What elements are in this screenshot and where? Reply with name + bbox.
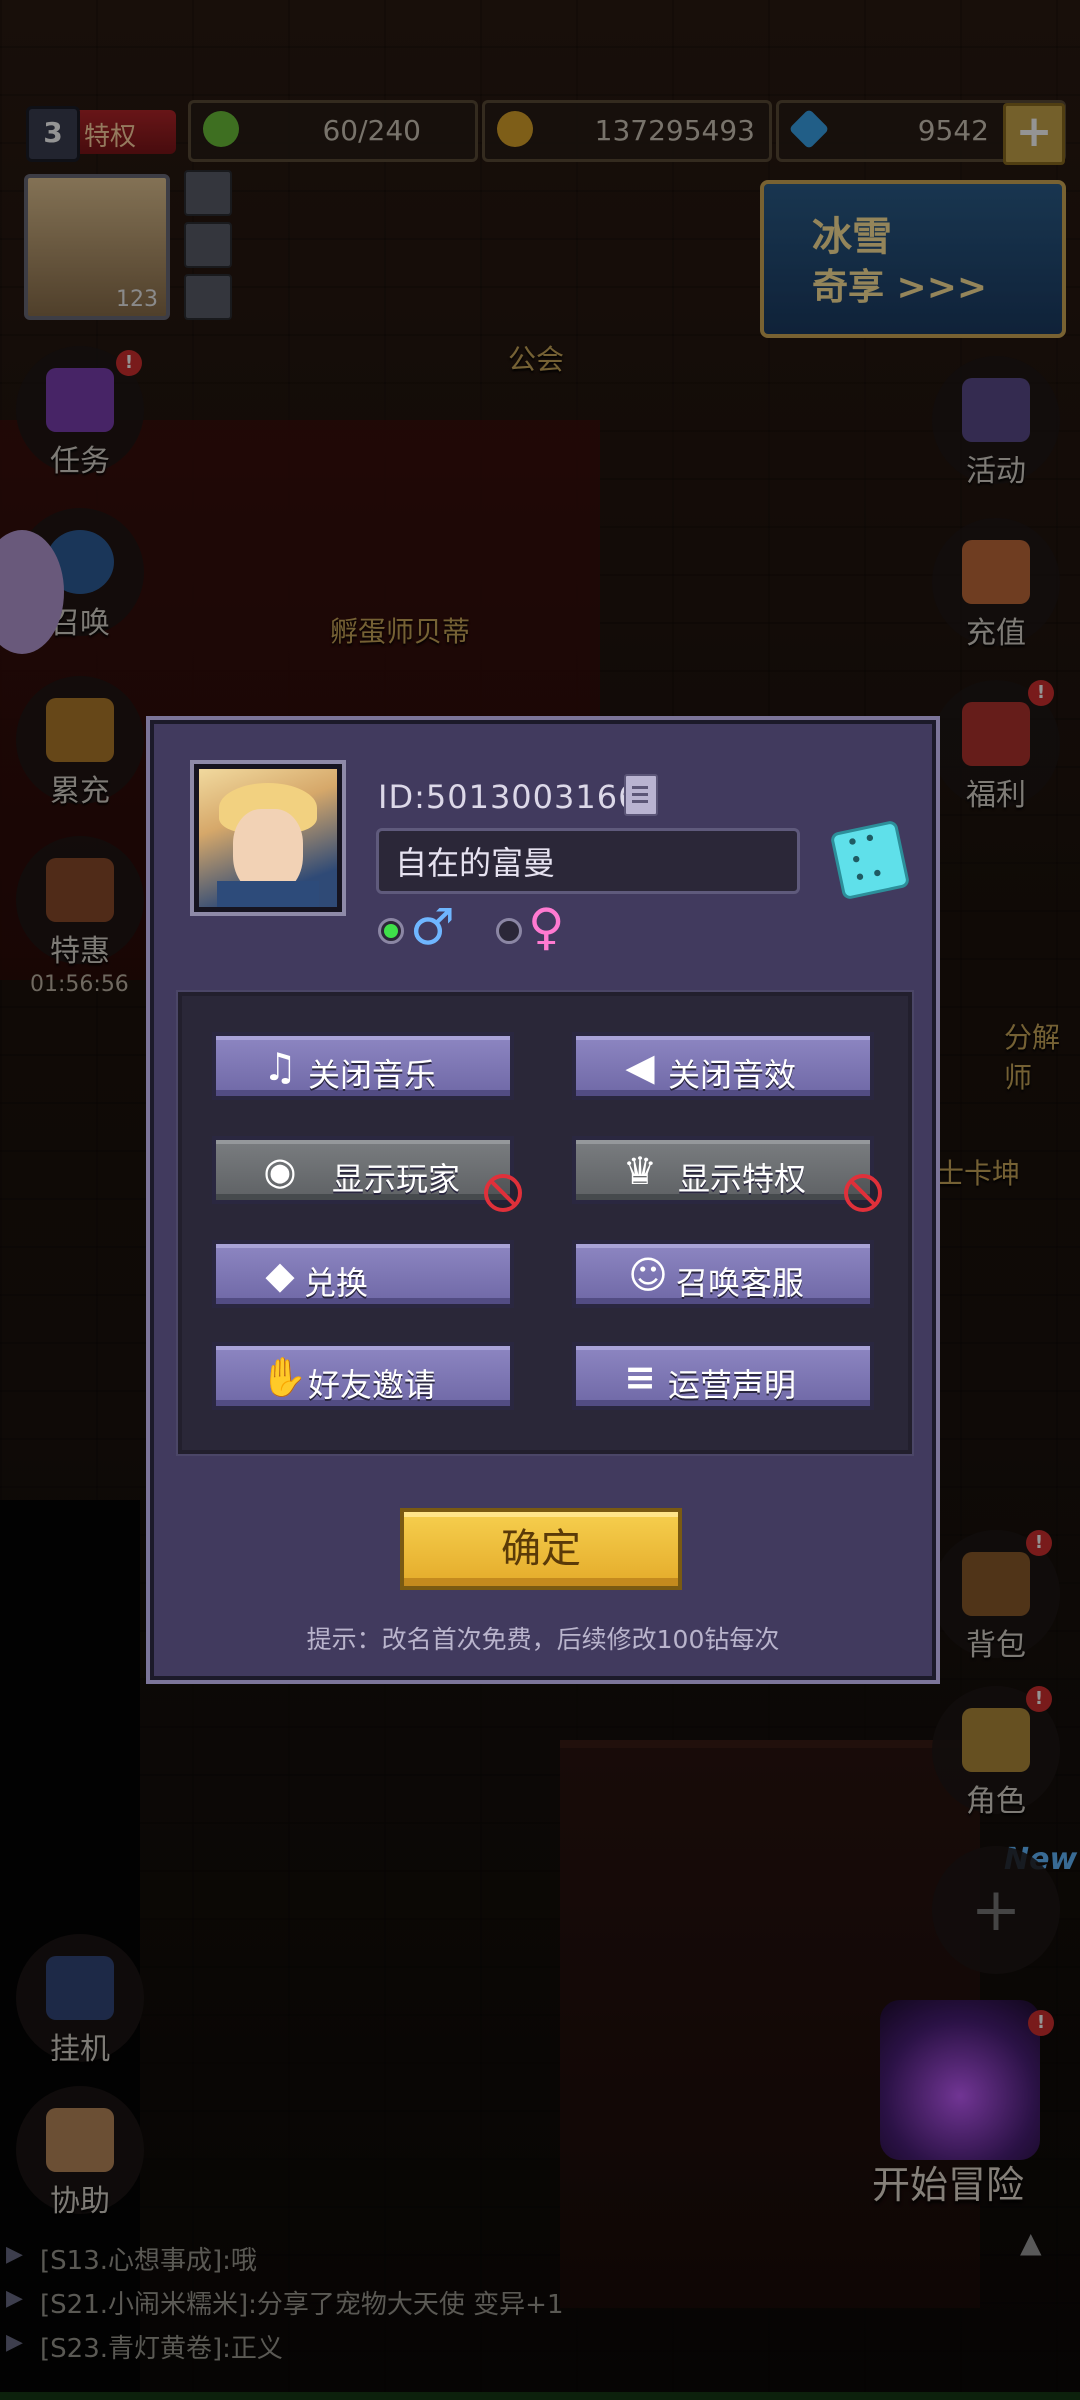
button-label: 运营声明 bbox=[668, 1366, 797, 1404]
dialog-avatar[interactable] bbox=[194, 764, 342, 912]
headset-icon: ☺ bbox=[628, 1253, 668, 1297]
bag-icon: ◆ bbox=[265, 1253, 295, 1297]
nickname-input[interactable] bbox=[376, 828, 800, 894]
settings-dialog: ID:5013003166 ♂ ♀ ♫ 关闭音乐 ◀ 关闭音效 ◉ 显示玩家 ♛… bbox=[146, 716, 940, 1684]
rename-hint: 提示：改名首次免费，后续修改100钻每次 bbox=[306, 1625, 780, 1654]
crown-icon: ♛ bbox=[622, 1149, 658, 1193]
show-privilege-button[interactable]: ♛ 显示特权 bbox=[572, 1136, 882, 1212]
customer-service-button[interactable]: ☺ 召唤客服 bbox=[572, 1240, 874, 1308]
show-players-button[interactable]: ◉ 显示玩家 bbox=[212, 1136, 522, 1212]
button-label: 显示玩家 bbox=[332, 1160, 461, 1198]
button-label: 显示特权 bbox=[678, 1160, 807, 1198]
speaker-icon: ◀ bbox=[625, 1045, 655, 1089]
button-label: 关闭音乐 bbox=[308, 1056, 437, 1094]
eye-icon: ◉ bbox=[263, 1149, 297, 1193]
document-icon: ≡ bbox=[624, 1355, 656, 1399]
male-icon: ♂ bbox=[410, 898, 455, 956]
female-icon: ♀ bbox=[528, 898, 565, 956]
toggle-sfx-button[interactable]: ◀ 关闭音效 bbox=[572, 1032, 874, 1100]
male-radio[interactable] bbox=[378, 918, 404, 944]
copy-icon[interactable] bbox=[624, 774, 658, 816]
female-radio[interactable] bbox=[496, 918, 522, 944]
random-name-dice-icon[interactable] bbox=[829, 819, 911, 901]
settings-button-panel: ♫ 关闭音乐 ◀ 关闭音效 ◉ 显示玩家 ♛ 显示特权 ◆ 兑换 ☺ 召唤客服 … bbox=[178, 992, 912, 1454]
disabled-icon bbox=[844, 1174, 882, 1212]
button-label: 关闭音效 bbox=[668, 1056, 797, 1094]
music-note-icon: ♫ bbox=[262, 1045, 298, 1089]
toggle-music-button[interactable]: ♫ 关闭音乐 bbox=[212, 1032, 514, 1100]
confirm-button[interactable]: 确定 bbox=[400, 1508, 682, 1590]
button-label: 好友邀请 bbox=[308, 1366, 437, 1404]
redeem-button[interactable]: ◆ 兑换 bbox=[212, 1240, 514, 1308]
operations-notice-button[interactable]: ≡ 运营声明 bbox=[572, 1342, 874, 1410]
invite-friends-button[interactable]: ✋ 好友邀请 bbox=[212, 1342, 514, 1410]
handshake-icon: ✋ bbox=[260, 1355, 308, 1399]
disabled-icon bbox=[484, 1174, 522, 1212]
player-id: ID:5013003166 bbox=[378, 778, 640, 816]
button-label: 兑换 bbox=[304, 1264, 369, 1302]
avatar-suit bbox=[217, 881, 319, 907]
button-label: 召唤客服 bbox=[676, 1264, 805, 1302]
